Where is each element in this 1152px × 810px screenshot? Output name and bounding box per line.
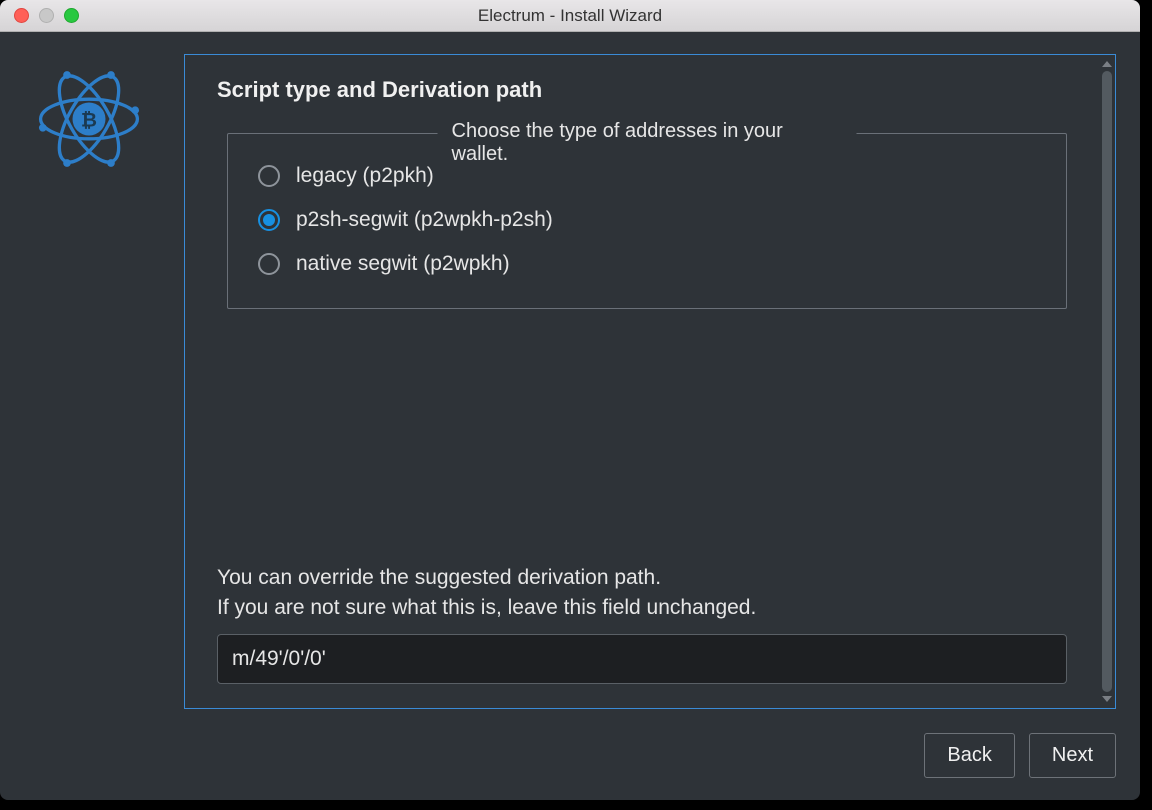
svg-text:₿: ₿ [81,110,97,132]
radio-option-native-segwit[interactable]: native segwit (p2wpkh) [254,242,1040,286]
radio-label: legacy (p2pkh) [296,164,434,188]
spacer [217,309,1083,563]
close-window-button[interactable] [14,8,29,23]
derivation-path-input[interactable] [217,634,1067,684]
scroll-thumb[interactable] [1102,71,1112,692]
radio-icon [258,165,280,187]
zoom-window-button[interactable] [64,8,79,23]
vertical-scrollbar[interactable] [1099,59,1115,704]
radio-label: native segwit (p2wpkh) [296,252,510,276]
scroll-up-icon[interactable] [1102,61,1112,67]
radio-icon-selected [258,209,280,231]
back-button[interactable]: Back [924,733,1014,778]
titlebar: Electrum - Install Wizard [0,0,1140,32]
electrum-logo-icon: ₿ [34,64,144,174]
radio-option-p2sh-segwit[interactable]: p2sh-segwit (p2wpkh-p2sh) [254,198,1040,242]
radio-label: p2sh-segwit (p2wpkh-p2sh) [296,208,553,232]
derivation-helper-text: You can override the suggested derivatio… [217,563,1067,622]
address-type-group: Choose the type of addresses in your wal… [227,133,1067,309]
window-title: Electrum - Install Wizard [0,6,1140,26]
next-button[interactable]: Next [1029,733,1116,778]
group-legend: Choose the type of addresses in your wal… [438,120,857,166]
content-area: ₿ Script type and Derivation path Choose… [0,32,1140,719]
radio-dot-icon [263,214,275,226]
radio-icon [258,253,280,275]
wizard-panel: Script type and Derivation path Choose t… [184,54,1116,709]
page-heading: Script type and Derivation path [217,77,1083,103]
app-window: Electrum - Install Wizard ₿ [0,0,1140,800]
minimize-window-button[interactable] [39,8,54,23]
logo-column: ₿ [24,54,154,709]
scroll-down-icon[interactable] [1102,696,1112,702]
wizard-button-row: Back Next [0,719,1140,800]
helper-line-2: If you are not sure what this is, leave … [217,596,756,619]
helper-line-1: You can override the suggested derivatio… [217,566,661,589]
window-controls [0,8,79,23]
